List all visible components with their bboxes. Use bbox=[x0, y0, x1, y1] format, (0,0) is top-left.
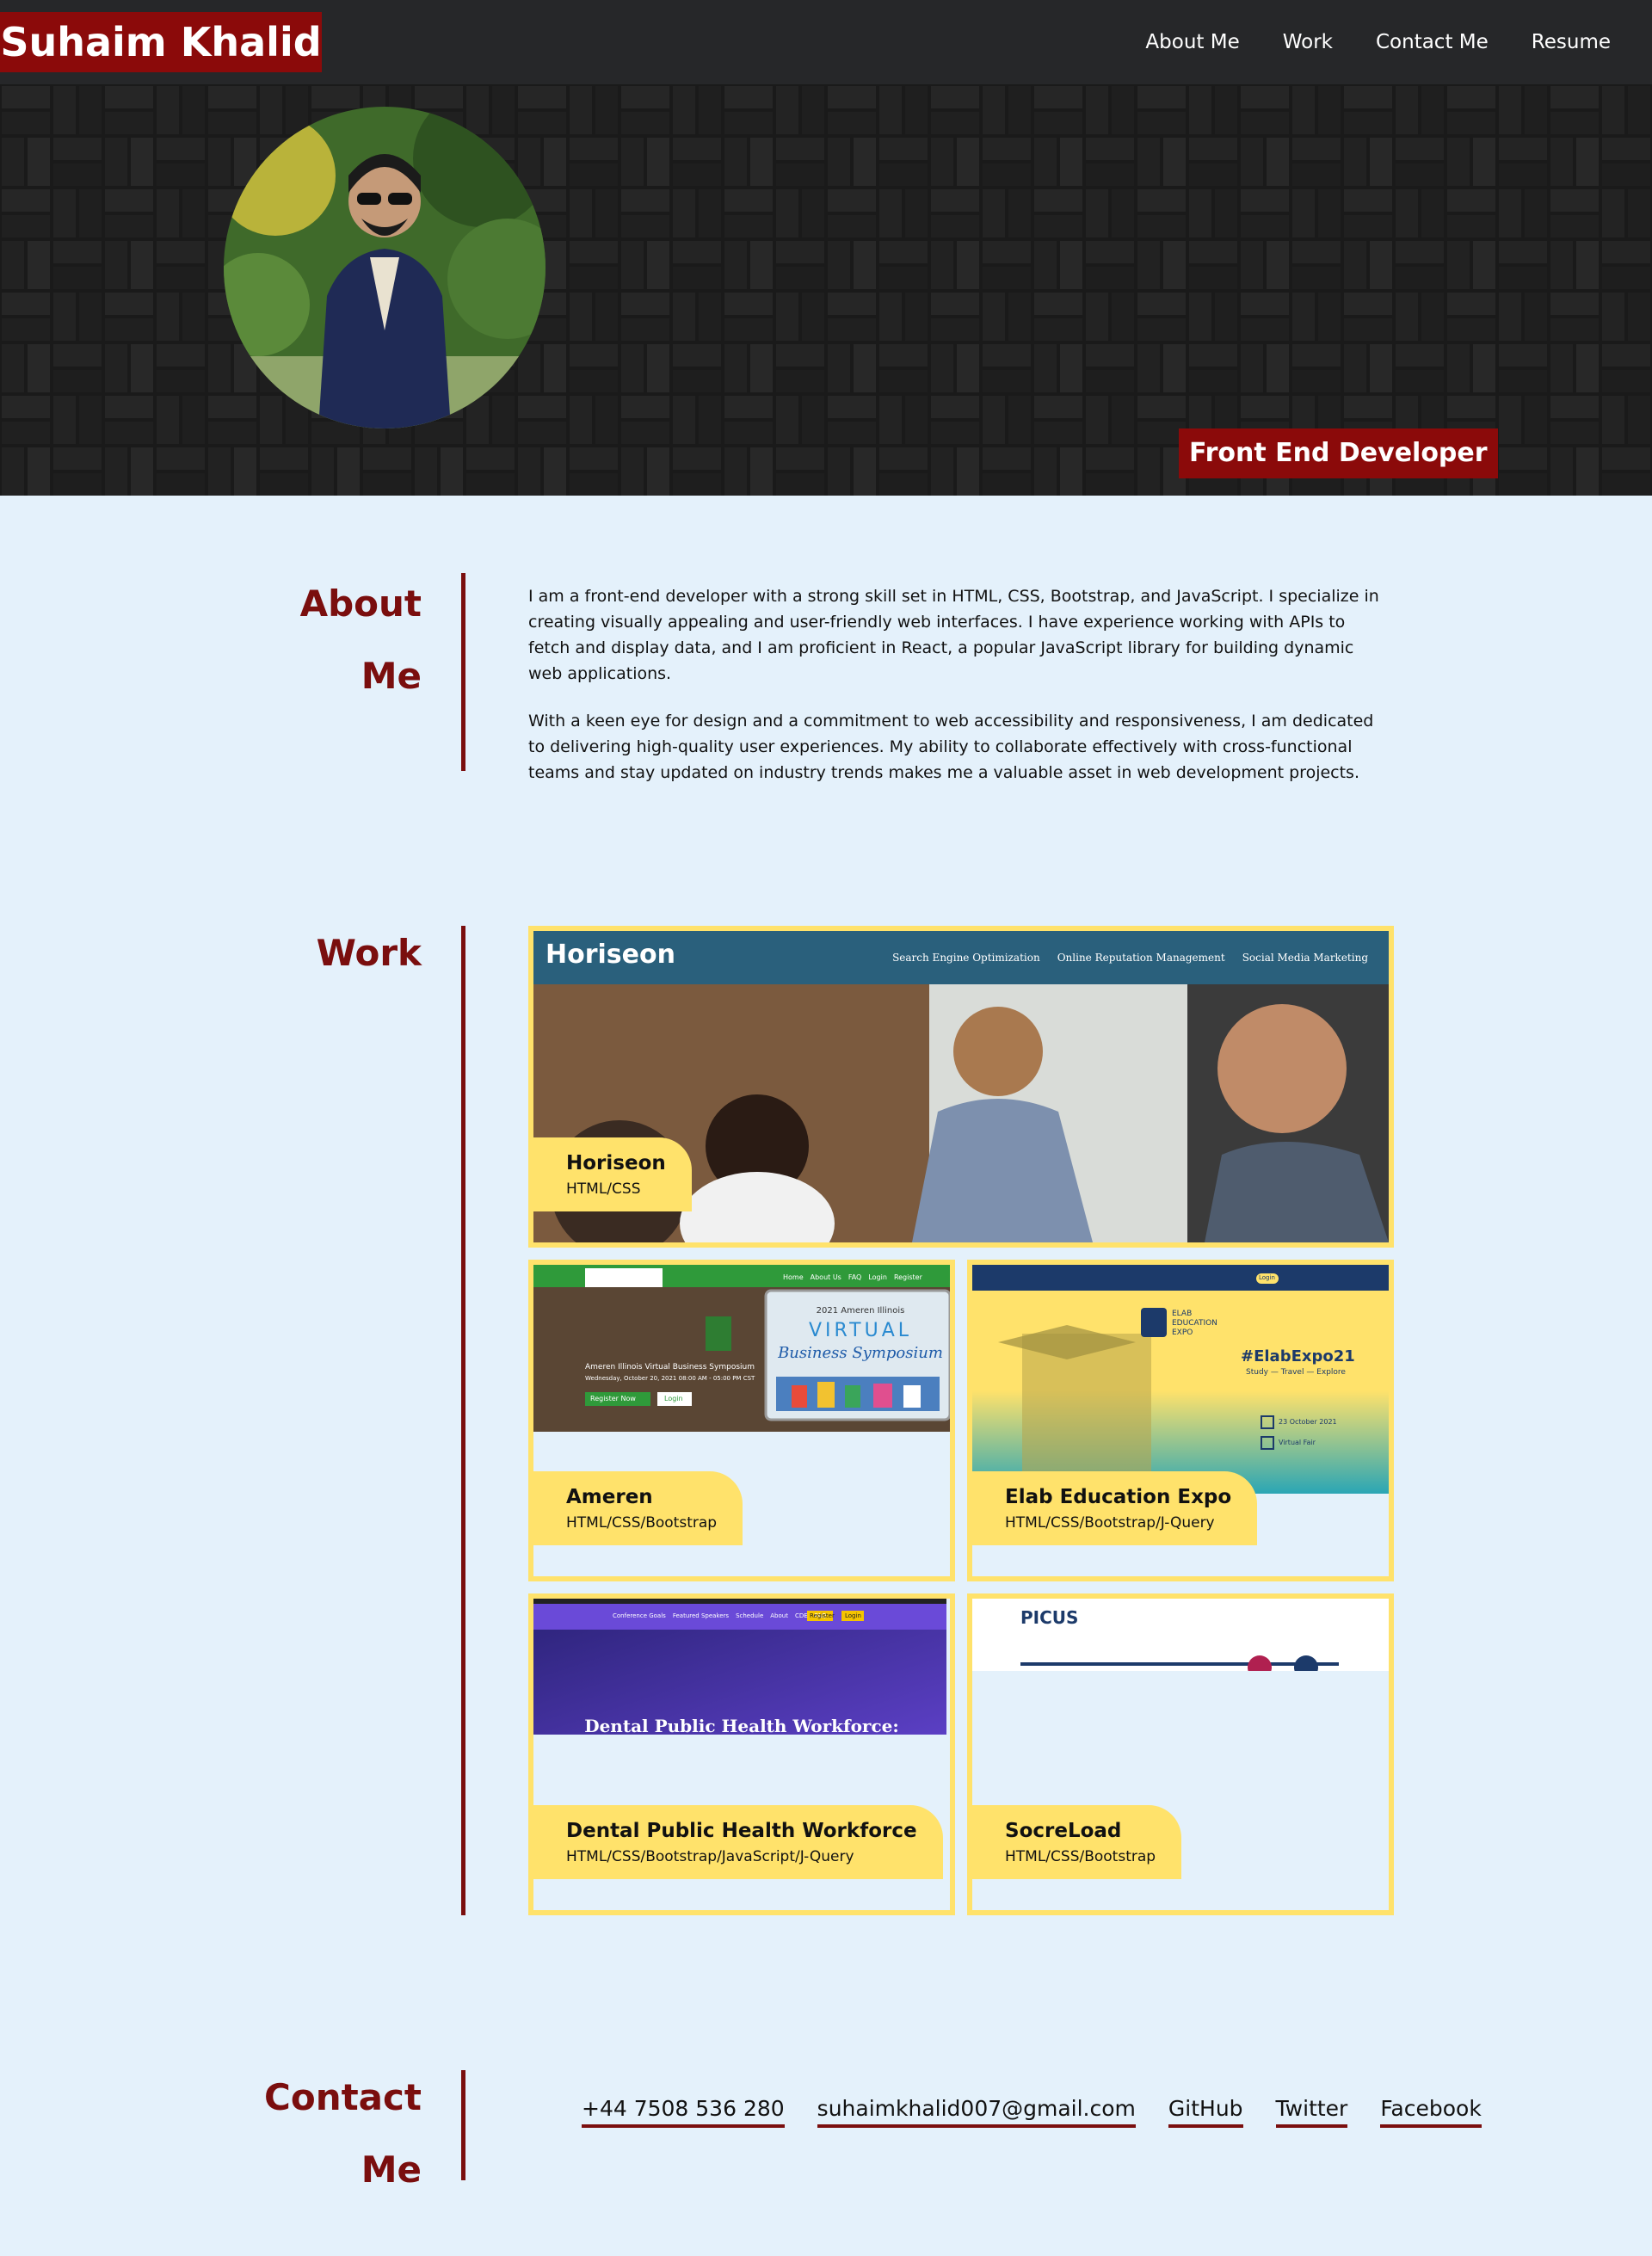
shot-symposium: Business Symposium bbox=[778, 1344, 943, 1362]
shot-register: Register bbox=[810, 1612, 835, 1619]
about-heading-line2: Me bbox=[361, 655, 422, 697]
shot-tagline: Study — Travel — Explore bbox=[1246, 1368, 1346, 1377]
phone-link[interactable]: +44 7508 536 280 bbox=[582, 2096, 785, 2128]
work-divider bbox=[461, 926, 465, 1915]
shot-nav: Home About Us FAQ Login Register bbox=[783, 1273, 922, 1281]
project-card-elab-education-expo[interactable]: ELAB EDUCATION EXPO #ElabExpo21 Study — … bbox=[967, 1260, 1394, 1581]
email-link[interactable]: suhaimkhalid007@gmail.com bbox=[817, 2096, 1136, 2128]
project-title: Ameren bbox=[566, 1486, 653, 1508]
shot-brand: Horiseon bbox=[546, 940, 675, 970]
twitter-link[interactable]: Twitter bbox=[1275, 2096, 1348, 2128]
shot-virtual: VIRTUAL bbox=[808, 1320, 913, 1341]
about-heading: About Me bbox=[232, 568, 422, 712]
nav-contact-me[interactable]: Contact Me bbox=[1376, 31, 1489, 53]
shot-nav: Conference Goals Featured Speakers Sched… bbox=[613, 1612, 826, 1619]
contact-heading-line2: Me bbox=[361, 2148, 422, 2191]
work-heading: Work bbox=[316, 932, 422, 974]
github-link[interactable]: GitHub bbox=[1168, 2096, 1243, 2128]
profile-photo bbox=[224, 107, 546, 428]
project-label: Dental Public Health Workforce HTML/CSS/… bbox=[533, 1805, 943, 1879]
contact-heading: Contact Me bbox=[232, 2062, 422, 2206]
main-nav: About Me Work Contact Me Resume bbox=[1145, 0, 1652, 84]
about-paragraph-1: I am a front-end developer with a strong… bbox=[528, 587, 1379, 683]
shot-date: Wednesday, October 20, 2021 08:00 AM - 0… bbox=[585, 1375, 755, 1382]
project-tech: HTML/CSS bbox=[566, 1180, 641, 1198]
about-paragraph-2: With a keen eye for design and a commitm… bbox=[528, 712, 1374, 782]
site-logo[interactable]: Suhaim Khalid bbox=[0, 12, 322, 72]
project-label: Elab Education Expo HTML/CSS/Bootstrap/J… bbox=[972, 1471, 1258, 1545]
shot-link: Login bbox=[868, 1273, 887, 1281]
shot-caption: Ameren Illinois Virtual Business Symposi… bbox=[585, 1363, 755, 1371]
shot-link: CDE bbox=[794, 1612, 808, 1619]
top-navbar: Suhaim Khalid About Me Work Contact Me R… bbox=[0, 0, 1652, 84]
project-label: Horiseon HTML/CSS bbox=[533, 1137, 692, 1211]
contact-divider bbox=[461, 2070, 465, 2180]
project-screenshot bbox=[972, 1265, 1389, 1494]
role-badge: Front End Developer bbox=[1179, 428, 1498, 478]
project-tech: HTML/CSS/Bootstrap bbox=[566, 1514, 718, 1532]
project-label: SocreLoad HTML/CSS/Bootstrap bbox=[972, 1805, 1182, 1879]
contact-heading-line1: Contact bbox=[264, 2076, 422, 2118]
project-tech: HTML/CSS/Bootstrap/J-Query bbox=[1005, 1514, 1215, 1532]
project-title: Horiseon bbox=[566, 1152, 666, 1174]
shot-link: About bbox=[770, 1612, 788, 1619]
shot-link: Featured Speakers bbox=[672, 1612, 730, 1619]
shot-link: FAQ bbox=[848, 1273, 862, 1281]
contact-links: +44 7508 536 280 suhaimkhalid007@gmail.c… bbox=[582, 2096, 1482, 2128]
shot-year: 2021 Ameren Illinois bbox=[816, 1306, 905, 1316]
shot-register-btn: Register Now bbox=[590, 1395, 636, 1402]
shot-brand: PICUS bbox=[1020, 1607, 1079, 1628]
project-label: Ameren HTML/CSS/Bootstrap bbox=[533, 1471, 743, 1545]
facebook-link[interactable]: Facebook bbox=[1380, 2096, 1482, 2128]
shot-date: 23 October 2021 bbox=[1279, 1418, 1337, 1426]
nav-about-me[interactable]: About Me bbox=[1145, 31, 1239, 53]
project-tech: HTML/CSS/Bootstrap/JavaScript/J-Query bbox=[566, 1848, 854, 1865]
project-card-dental-public-health[interactable]: Conference Goals Featured Speakers Sched… bbox=[528, 1593, 955, 1915]
shot-link: Online Reputation Management bbox=[1057, 952, 1225, 964]
nav-resume[interactable]: Resume bbox=[1532, 31, 1611, 53]
shot-venue: Virtual Fair bbox=[1279, 1439, 1316, 1446]
shot-link: Home bbox=[783, 1273, 804, 1281]
project-title: Elab Education Expo bbox=[1005, 1486, 1232, 1508]
project-card-horiseon[interactable]: Horiseon Search Engine Optimization Onli… bbox=[528, 926, 1394, 1248]
shot-link: Social Media Marketing bbox=[1242, 952, 1368, 964]
about-heading-line1: About bbox=[299, 582, 422, 625]
project-title: SocreLoad bbox=[1005, 1820, 1122, 1842]
shot-link: Search Engine Optimization bbox=[892, 952, 1040, 964]
shot-nav: Search Engine Optimization Online Reputa… bbox=[892, 952, 1368, 964]
shot-heading: Dental Public Health Workforce: bbox=[584, 1716, 899, 1735]
shot-link: About Us bbox=[810, 1273, 841, 1281]
shot-link: Schedule bbox=[736, 1612, 764, 1619]
shot-login: Login bbox=[1259, 1274, 1275, 1281]
shot-login: Login bbox=[845, 1612, 861, 1619]
project-title: Dental Public Health Workforce bbox=[566, 1820, 917, 1842]
project-card-ameren[interactable]: Home About Us FAQ Login Register 2021 Am… bbox=[528, 1260, 955, 1581]
shot-link: Conference Goals bbox=[613, 1612, 666, 1619]
project-tech: HTML/CSS/Bootstrap bbox=[1005, 1848, 1156, 1865]
shot-link: Register bbox=[893, 1273, 922, 1281]
nav-work[interactable]: Work bbox=[1283, 31, 1333, 53]
about-divider bbox=[461, 573, 465, 771]
shot-brand: ELAB EDUCATION EXPO bbox=[1172, 1310, 1217, 1337]
shot-hashtag: #ElabExpo21 bbox=[1241, 1347, 1355, 1365]
hero-banner: Front End Developer bbox=[0, 84, 1652, 496]
project-card-socreload[interactable]: PICUS SocreLoad HTML/CSS/Bootstrap bbox=[967, 1593, 1394, 1915]
about-content: I am a front-end developer with a strong… bbox=[528, 583, 1389, 807]
shot-login-btn: Login bbox=[664, 1395, 683, 1402]
